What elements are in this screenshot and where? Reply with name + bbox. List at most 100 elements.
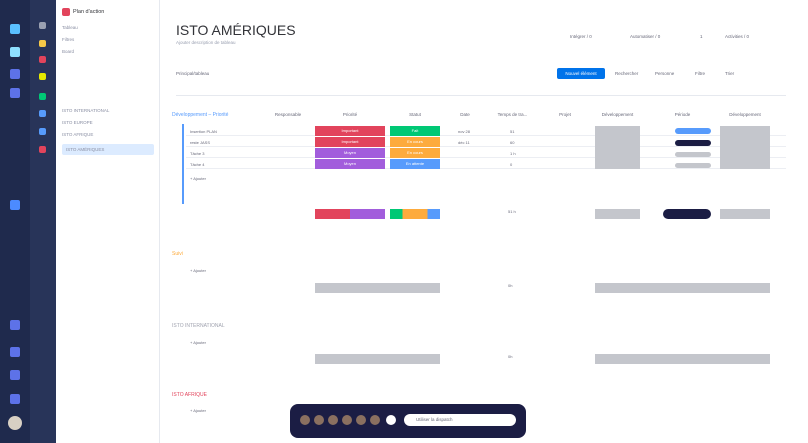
column-header[interactable]: Période — [660, 112, 705, 117]
summary-bar — [315, 354, 440, 364]
automate-button[interactable]: Automatiser / 0 — [630, 34, 660, 39]
workspace-rail — [30, 0, 56, 443]
invite-icon[interactable] — [10, 347, 20, 357]
avatar[interactable] — [314, 415, 324, 425]
summary-bar — [595, 354, 770, 364]
filter-button[interactable]: Filtre — [695, 71, 705, 76]
activity-button[interactable]: Activities / 0 — [725, 34, 749, 39]
column-header[interactable]: Priorité — [315, 112, 385, 117]
status-summary — [390, 209, 440, 219]
column-header[interactable]: Temps de tra... — [490, 112, 535, 117]
page-title[interactable]: ISTO AMÉRIQUES — [176, 22, 296, 38]
help-icon[interactable] — [10, 394, 20, 404]
status-cell[interactable]: En attente — [390, 159, 440, 169]
avatar[interactable] — [300, 415, 310, 425]
group-title-3[interactable]: ISTO INTERNATIONAL — [172, 323, 225, 329]
left-rail — [0, 0, 30, 443]
board-description[interactable]: Ajouter description de tableau — [176, 40, 236, 45]
sidebar-item[interactable]: ISTO EUROPE — [62, 120, 93, 125]
column-header[interactable]: Responsable — [268, 112, 308, 117]
summary-bar — [720, 209, 770, 219]
time-cell[interactable]: 51 — [510, 129, 514, 134]
status-cell[interactable]: Fait — [390, 126, 440, 136]
view-tab[interactable]: Principal/tableau — [176, 71, 209, 76]
sidebar-item[interactable]: ISTO INTERNATIONAL — [62, 108, 109, 113]
workspace-dot-5[interactable] — [39, 110, 46, 117]
home-icon[interactable] — [10, 24, 20, 34]
workspace-dot-6[interactable] — [39, 128, 46, 135]
column-header[interactable]: Développement — [720, 112, 770, 117]
add-item-button[interactable]: + Ajouter — [190, 268, 206, 273]
development-cells[interactable] — [595, 126, 640, 169]
board-icon[interactable] — [10, 47, 20, 57]
group-title-2[interactable]: Suivi — [172, 251, 183, 257]
add-item-button[interactable]: + Ajouter — [190, 408, 206, 413]
timeline-pill[interactable] — [675, 152, 711, 157]
calendar-icon[interactable] — [10, 320, 20, 330]
item-name[interactable]: Tâche 4 — [190, 162, 204, 167]
workspace-dot-2[interactable] — [39, 56, 46, 63]
item-name[interactable]: Insertion PLAN — [190, 129, 217, 134]
column-header[interactable]: Date — [445, 112, 485, 117]
search-button[interactable]: Rechercher — [615, 71, 638, 76]
avatar[interactable] — [356, 415, 366, 425]
people-icon[interactable] — [10, 88, 20, 98]
time-cell[interactable]: 60 — [510, 140, 514, 145]
sidebar-item-active[interactable]: ISTO AMÉRIQUES — [62, 144, 154, 155]
priority-cell[interactable]: Important — [315, 137, 385, 147]
integrate-button[interactable]: Intégrer / 0 — [570, 34, 592, 39]
summary-bar — [595, 209, 640, 219]
workspace-dot-1[interactable] — [39, 40, 46, 47]
workspace-dot-3[interactable] — [39, 73, 46, 80]
item-name[interactable]: Tâche 3 — [190, 151, 204, 156]
sidebar-item[interactable]: Board — [62, 49, 74, 54]
workspace-toggle[interactable] — [39, 22, 46, 29]
search-icon[interactable] — [386, 415, 396, 425]
item-name[interactable]: reste JASS — [190, 140, 210, 145]
time-summary: 0h — [508, 354, 513, 359]
date-cell[interactable]: nov 28 — [458, 129, 470, 134]
notifications-icon[interactable] — [10, 69, 20, 79]
priority-summary — [315, 209, 385, 219]
new-item-button[interactable]: Nouvel élément — [557, 68, 605, 79]
avatar[interactable] — [8, 416, 22, 430]
column-header[interactable]: Développement — [595, 112, 640, 117]
priority-cell[interactable]: Important — [315, 126, 385, 136]
priority-cell[interactable]: Moyen — [315, 148, 385, 158]
person-filter-button[interactable]: Personne — [655, 71, 674, 76]
timeline-pill[interactable] — [675, 163, 711, 168]
column-header[interactable]: Projet — [545, 112, 585, 117]
avatar[interactable] — [328, 415, 338, 425]
development-cells[interactable] — [720, 126, 770, 169]
column-header[interactable]: Statut — [390, 112, 440, 117]
time-cell[interactable]: 1 h — [510, 151, 516, 156]
sort-button[interactable]: Trier — [725, 71, 734, 76]
group-title-4[interactable]: ISTO AFRIQUE — [172, 392, 207, 398]
sidebar-item[interactable]: Filtres — [62, 37, 74, 42]
avatar[interactable] — [342, 415, 352, 425]
group-title-1[interactable]: Développement – Priorité — [172, 112, 228, 118]
timeline-summary — [663, 209, 711, 219]
app-icon[interactable] — [10, 200, 20, 210]
bottom-dock: Utiliser la dispatch — [290, 404, 526, 438]
workspace-dot-7[interactable] — [39, 146, 46, 153]
sidebar-item[interactable]: Tableau — [62, 25, 78, 30]
date-cell[interactable]: déc 11 — [458, 140, 470, 145]
sidebar: Plan d'action Tableau Filtres Board ISTO… — [56, 0, 160, 443]
timeline-pill[interactable] — [675, 128, 711, 134]
time-cell[interactable]: 0 — [510, 162, 512, 167]
priority-cell[interactable]: Moyen — [315, 159, 385, 169]
search-icon[interactable] — [10, 370, 20, 380]
avatar[interactable] — [370, 415, 380, 425]
time-summary: 51 h — [508, 209, 516, 214]
workspace-dot-4[interactable] — [39, 93, 46, 100]
status-cell[interactable]: En cours — [390, 137, 440, 147]
dispatch-search[interactable]: Utiliser la dispatch — [404, 414, 516, 426]
sidebar-item[interactable]: ISTO AFRIQUE — [62, 132, 93, 137]
add-item-button[interactable]: + Ajouter — [190, 176, 206, 181]
members-button[interactable]: 1 — [700, 34, 703, 39]
add-item-button[interactable]: + Ajouter — [190, 340, 206, 345]
timeline-pill[interactable] — [675, 140, 711, 146]
status-cell[interactable]: En cours — [390, 148, 440, 158]
workspace-name[interactable]: Plan d'action — [73, 9, 104, 15]
